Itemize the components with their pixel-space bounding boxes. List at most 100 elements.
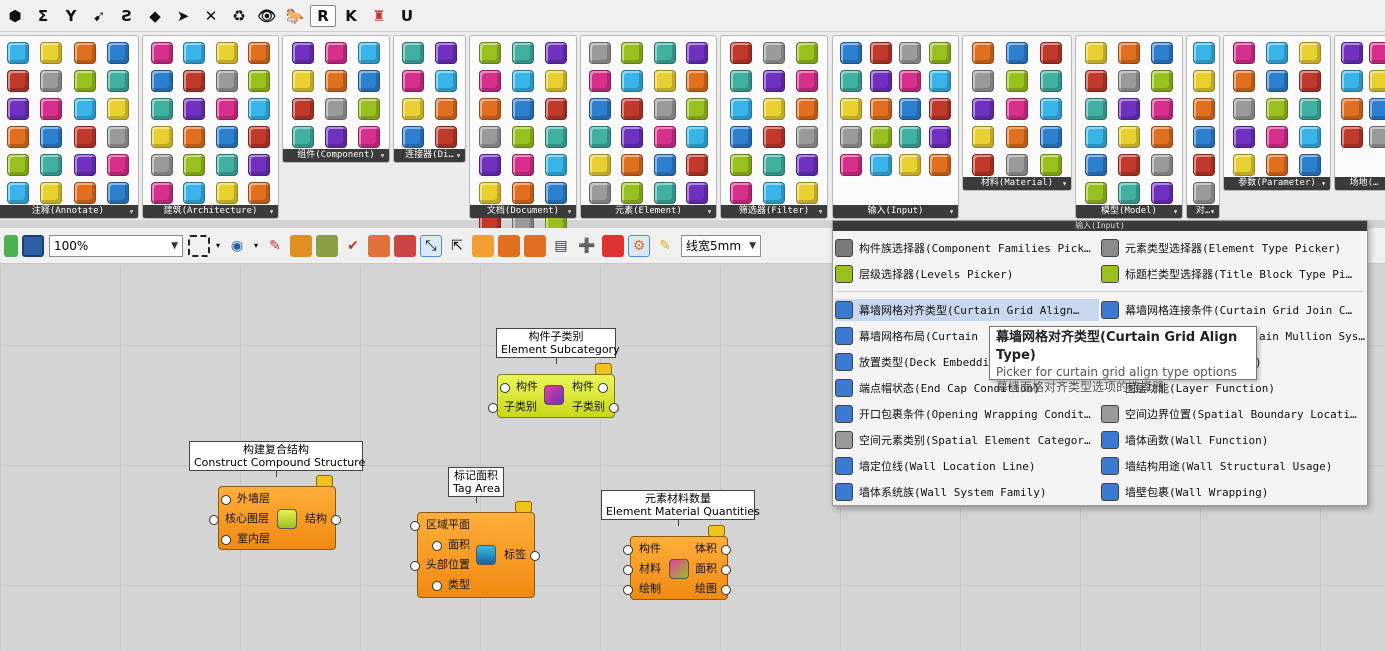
component-tool-icon[interactable] xyxy=(511,126,534,148)
input-pin[interactable]: 绘制 xyxy=(623,582,661,596)
component-tool-icon[interactable] xyxy=(589,98,612,120)
menu-item-curtain-grid-align-type[interactable]: 幕墙网格对齐类型(Curtain Grid Align… xyxy=(835,299,1099,321)
component-tool-icon[interactable] xyxy=(215,98,238,120)
component-tool-icon[interactable] xyxy=(1006,126,1028,148)
component-tool-icon[interactable] xyxy=(621,182,644,204)
input-pin[interactable]: 外墙层 xyxy=(221,492,270,506)
component-tool-icon[interactable] xyxy=(796,70,819,92)
gear-icon[interactable]: ⚙ xyxy=(628,234,650,257)
component-tool-icon[interactable] xyxy=(1369,42,1385,64)
input-pin[interactable]: 室内层 xyxy=(221,532,270,546)
component-tool-icon[interactable] xyxy=(1265,154,1288,176)
component-tool-icon[interactable] xyxy=(1341,70,1363,92)
output-pin[interactable]: 结构 xyxy=(305,512,341,526)
menu-item-spatial-element-category[interactable]: 空间元素类别(Spatial Element Categor… xyxy=(835,429,1099,451)
panel-label[interactable]: 输入(Input) xyxy=(833,205,958,218)
component-tool-icon[interactable] xyxy=(40,70,63,92)
component-tool-icon[interactable] xyxy=(972,154,994,176)
component-tool-icon[interactable] xyxy=(358,70,381,92)
component-tool-icon[interactable] xyxy=(402,126,425,148)
component-tool-icon[interactable] xyxy=(73,98,96,120)
input-pin[interactable]: 子类别 xyxy=(488,400,537,414)
component-tool-icon[interactable] xyxy=(183,42,206,64)
component-tool-icon[interactable] xyxy=(1151,154,1174,176)
component-tool-icon[interactable] xyxy=(40,154,63,176)
component-tool-icon[interactable] xyxy=(1265,126,1288,148)
transform-icon[interactable]: ✕ xyxy=(198,5,224,27)
component-tool-icon[interactable] xyxy=(215,154,238,176)
component-tool-icon[interactable] xyxy=(1117,98,1140,120)
component-tool-icon[interactable] xyxy=(1299,126,1322,148)
component-tool-icon[interactable] xyxy=(545,126,568,148)
sketch-icon[interactable]: ✎ xyxy=(264,235,286,257)
component-tool-icon[interactable] xyxy=(685,70,708,92)
panel-label[interactable]: 参数(Parameter) xyxy=(1224,177,1330,190)
output-pin[interactable]: 子类别 xyxy=(572,400,619,414)
component-tool-icon[interactable] xyxy=(869,42,892,64)
component-tool-icon[interactable] xyxy=(151,70,174,92)
component-tool-icon[interactable] xyxy=(1299,98,1322,120)
eye-icon[interactable]: 👁 xyxy=(254,5,280,27)
component-tool-icon[interactable] xyxy=(729,182,752,204)
component-tool-icon[interactable] xyxy=(545,154,568,176)
component-tool-icon[interactable] xyxy=(151,42,174,64)
component-tool-icon[interactable] xyxy=(545,42,568,64)
eye-icon[interactable]: ◉ xyxy=(226,235,248,257)
component-tool-icon[interactable] xyxy=(899,154,922,176)
menu-item-curtain-mullion-system[interactable]: ain Mullion Sys… xyxy=(1259,325,1365,347)
component-tool-icon[interactable] xyxy=(729,42,752,64)
component-tool-icon[interactable] xyxy=(1084,126,1107,148)
component-tool-icon[interactable] xyxy=(1040,70,1062,92)
component-tool-icon[interactable] xyxy=(972,98,994,120)
component-tool-icon[interactable] xyxy=(1006,98,1028,120)
chevron-down-icon[interactable]: ▾ xyxy=(252,235,260,257)
component-tool-icon[interactable] xyxy=(151,182,174,204)
component-tool-icon[interactable] xyxy=(291,70,314,92)
panel-label[interactable]: 组件(Component) xyxy=(283,149,389,162)
component-tool-icon[interactable] xyxy=(358,98,381,120)
component-tool-icon[interactable] xyxy=(1265,70,1288,92)
component-tool-icon[interactable] xyxy=(1193,70,1215,92)
toggle-icon[interactable]: ⤡ xyxy=(420,234,442,257)
panel-label[interactable]: 文档(Document) xyxy=(470,205,576,218)
component-tool-icon[interactable] xyxy=(869,70,892,92)
component-tool-icon[interactable] xyxy=(685,126,708,148)
component-tool-icon[interactable] xyxy=(589,42,612,64)
component-tool-icon[interactable] xyxy=(729,98,752,120)
mesh-icon[interactable]: ◆ xyxy=(142,5,168,27)
component-tool-icon[interactable] xyxy=(291,98,314,120)
component-tool-icon[interactable] xyxy=(107,182,130,204)
horse-icon[interactable]: 🐎 xyxy=(282,5,308,27)
component-tool-icon[interactable] xyxy=(1151,42,1174,64)
panel-label[interactable]: 元素(Element) xyxy=(581,205,716,218)
component-tool-icon[interactable] xyxy=(1341,98,1363,120)
component-tool-icon[interactable] xyxy=(839,126,862,148)
group-icon[interactable] xyxy=(394,234,416,257)
component-tool-icon[interactable] xyxy=(215,70,238,92)
component-tool-icon[interactable] xyxy=(1193,126,1215,148)
menu-item-opening-wrapping-condition[interactable]: 开口包裹条件(Opening Wrapping Condit… xyxy=(835,403,1099,425)
menu-item-curtain-grid-layout[interactable]: 幕墙网格布局(Curtain xyxy=(835,325,995,347)
component-tool-icon[interactable] xyxy=(247,42,270,64)
zoom-extents-icon[interactable] xyxy=(188,234,210,257)
component-tool-icon[interactable] xyxy=(972,70,994,92)
component-tool-icon[interactable] xyxy=(589,126,612,148)
component-tool-icon[interactable] xyxy=(621,154,644,176)
component-tool-icon[interactable] xyxy=(899,98,922,120)
save-icon[interactable] xyxy=(22,234,44,257)
component-tool-icon[interactable] xyxy=(291,42,314,64)
panel-label[interactable]: 连接器(Di… xyxy=(394,149,465,162)
component-tool-icon[interactable] xyxy=(73,126,96,148)
component-tool-icon[interactable] xyxy=(183,154,206,176)
component-tool-icon[interactable] xyxy=(729,70,752,92)
component-tool-icon[interactable] xyxy=(40,42,63,64)
input-pin[interactable]: 构件 xyxy=(623,542,661,556)
component-tool-icon[interactable] xyxy=(1117,182,1140,204)
component-tool-icon[interactable] xyxy=(511,182,534,204)
component-tool-icon[interactable] xyxy=(869,154,892,176)
component-tool-icon[interactable] xyxy=(1084,182,1107,204)
component-tool-icon[interactable] xyxy=(1084,70,1107,92)
component-tool-icon[interactable] xyxy=(899,126,922,148)
component-tool-icon[interactable] xyxy=(511,154,534,176)
component-tool-icon[interactable] xyxy=(247,70,270,92)
